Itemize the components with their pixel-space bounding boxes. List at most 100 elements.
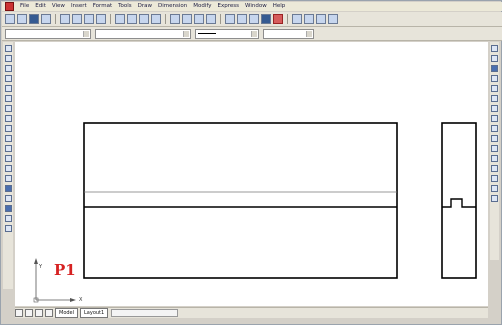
next-tab-icon[interactable] [35, 309, 43, 317]
color-dropdown[interactable] [95, 28, 191, 39]
undo-icon[interactable] [115, 14, 125, 24]
toolbar-separator [55, 14, 56, 24]
array-icon[interactable] [491, 85, 498, 92]
zoom-realtime-icon[interactable] [182, 14, 192, 24]
menu-insert[interactable]: Insert [71, 2, 87, 11]
insert-block-icon[interactable] [4, 155, 12, 162]
table-icon[interactable] [4, 215, 12, 222]
properties-icon[interactable] [225, 14, 235, 24]
stretch-icon[interactable] [491, 125, 498, 132]
circle-icon[interactable] [4, 105, 12, 112]
print-icon[interactable] [41, 14, 51, 24]
linetype-dropdown[interactable] [195, 28, 259, 39]
move-icon[interactable] [491, 95, 498, 102]
fillet-icon[interactable] [491, 185, 498, 192]
lineweight-dropdown[interactable] [263, 28, 314, 39]
polygon-icon[interactable] [4, 75, 12, 82]
save-icon[interactable] [29, 14, 39, 24]
copy-object-icon[interactable] [491, 55, 498, 62]
tab-model[interactable]: Model [55, 308, 79, 318]
menu-dimension[interactable]: Dimension [158, 2, 187, 11]
menu-express[interactable]: Express [218, 2, 239, 11]
menu-window[interactable]: Window [245, 2, 267, 11]
arc-tool-icon[interactable] [316, 14, 326, 24]
polyline-icon[interactable] [4, 65, 12, 72]
line-tool-icon[interactable] [292, 14, 302, 24]
brush-icon[interactable] [151, 14, 161, 24]
chevron-down-icon [306, 30, 312, 37]
ellipse-arc-icon[interactable] [4, 145, 12, 152]
toolbar-separator [287, 14, 288, 24]
multiline-text-icon[interactable] [4, 225, 12, 232]
erase-icon[interactable] [491, 45, 498, 52]
arc-icon[interactable] [4, 95, 12, 102]
menu-draw[interactable]: Draw [138, 2, 152, 11]
construction-line-icon[interactable] [4, 55, 12, 62]
layer-dropdown[interactable] [5, 28, 91, 39]
horizontal-scrollbar[interactable] [111, 309, 178, 317]
menu-modify[interactable]: Modify [193, 2, 211, 11]
make-block-icon[interactable] [4, 165, 12, 172]
point-icon[interactable] [4, 175, 12, 182]
cut-icon[interactable] [60, 14, 70, 24]
explode-icon[interactable] [491, 195, 498, 202]
zoom-previous-icon[interactable] [206, 14, 216, 24]
spline-icon[interactable] [4, 125, 12, 132]
match-properties-icon[interactable] [96, 14, 106, 24]
chamfer-icon[interactable] [491, 175, 498, 182]
menu-bar: File Edit View Insert Format Tools Draw … [2, 2, 502, 11]
prev-tab-icon[interactable] [25, 309, 33, 317]
first-tab-icon[interactable] [15, 309, 23, 317]
ucs-x-arrow [70, 298, 76, 302]
menu-format[interactable]: Format [93, 2, 112, 11]
join-icon[interactable] [491, 165, 498, 172]
app-icon [5, 2, 14, 11]
drawing-canvas[interactable] [15, 42, 488, 306]
revision-cloud-icon[interactable] [4, 115, 12, 122]
menu-edit[interactable]: Edit [35, 2, 46, 11]
markup-icon[interactable] [273, 14, 283, 24]
drawing-svg [33, 122, 477, 303]
offset-icon[interactable] [491, 75, 498, 82]
gradient-icon[interactable] [4, 195, 12, 202]
menu-file[interactable]: File [20, 2, 29, 11]
extend-icon[interactable] [491, 145, 498, 152]
polyline-tool-icon[interactable] [304, 14, 314, 24]
chevron-down-icon [83, 30, 89, 37]
paste-icon[interactable] [84, 14, 94, 24]
side-view-outline [441, 122, 477, 279]
menu-view[interactable]: View [52, 2, 65, 11]
ellipse-icon[interactable] [4, 135, 12, 142]
rectangle-icon[interactable] [4, 85, 12, 92]
help-icon[interactable] [328, 14, 338, 24]
tab-layout1[interactable]: Layout1 [80, 308, 109, 318]
region-icon[interactable] [4, 205, 12, 212]
p1-label: P1 [54, 261, 76, 279]
pan-icon[interactable] [170, 14, 180, 24]
break-icon[interactable] [491, 155, 498, 162]
front-view-outline [83, 122, 398, 279]
standard-toolbar [2, 12, 502, 27]
new-file-icon[interactable] [5, 14, 15, 24]
design-center-icon[interactable] [237, 14, 247, 24]
trim-icon[interactable] [491, 135, 498, 142]
layout-tab-bar: Model Layout1 [15, 307, 488, 318]
redo-icon[interactable] [127, 14, 137, 24]
hatch-icon[interactable] [4, 185, 12, 192]
tool-palette-icon[interactable] [249, 14, 259, 24]
pencil-icon[interactable] [139, 14, 149, 24]
open-file-icon[interactable] [17, 14, 27, 24]
linetype-sample [198, 33, 216, 34]
ucs-x-label: X [79, 297, 83, 303]
mirror-icon[interactable] [491, 65, 498, 72]
menu-tools[interactable]: Tools [118, 2, 132, 11]
scale-icon[interactable] [491, 115, 498, 122]
line-icon[interactable] [4, 45, 12, 52]
menu-help[interactable]: Help [273, 2, 286, 11]
sheet-set-icon[interactable] [261, 14, 271, 24]
toolbar-separator [165, 14, 166, 24]
copy-icon[interactable] [72, 14, 82, 24]
rotate-icon[interactable] [491, 105, 498, 112]
last-tab-icon[interactable] [45, 309, 53, 317]
zoom-window-icon[interactable] [194, 14, 204, 24]
